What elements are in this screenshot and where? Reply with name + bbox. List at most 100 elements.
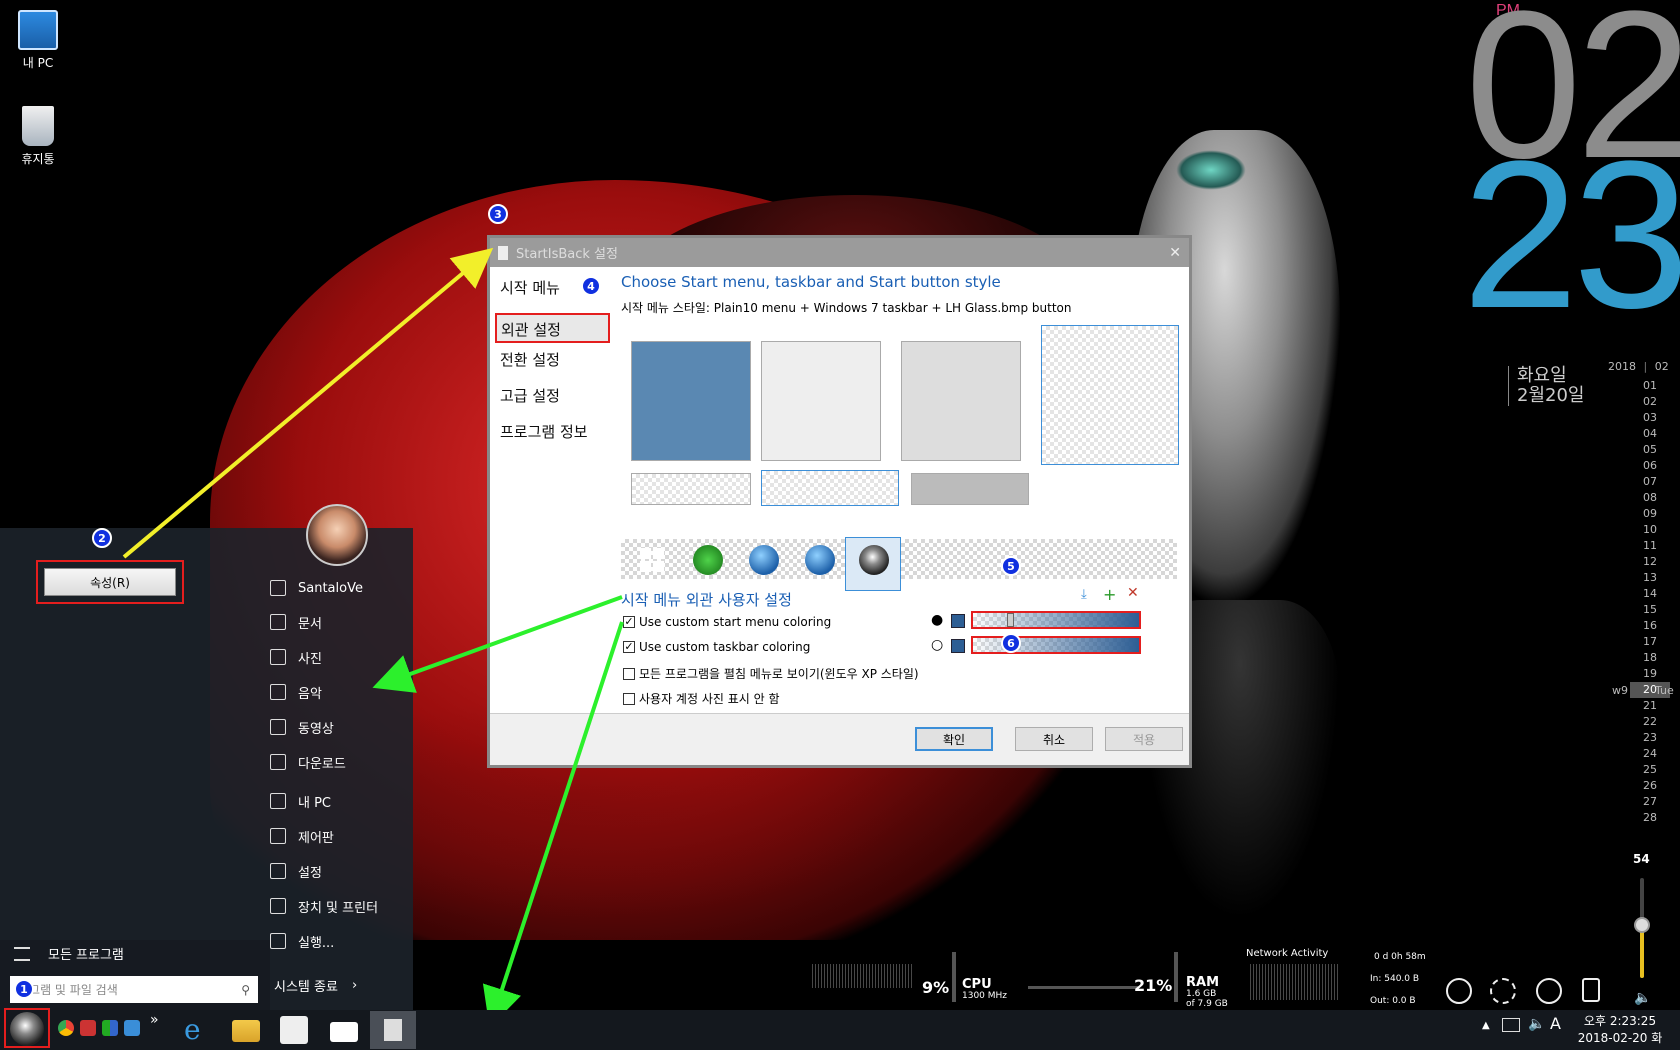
calendar-day[interactable]: 19 [1630,666,1670,682]
calendar-day[interactable]: 15 [1630,602,1670,618]
calendar-day[interactable]: 16 [1630,618,1670,634]
download-icon[interactable]: ⤓ [1081,587,1087,602]
taskbar-style-3[interactable] [911,473,1029,505]
desktop-icon-recycle-bin[interactable]: 휴지통 [0,106,76,167]
menu-style-windows7[interactable] [761,341,881,461]
start-item-music[interactable]: 음악 [270,676,410,708]
calendar-day[interactable]: 26 [1630,778,1670,794]
calendar-day[interactable]: 10 [1630,522,1670,538]
menu-style-selected[interactable] [1041,325,1179,465]
start-item-printer[interactable]: 장치 및 프린터 [270,890,410,922]
calendar-day[interactable]: 18 [1630,650,1670,666]
start-search-input[interactable]: 로그램 및 파일 검색 ⚲ [10,976,258,1003]
windows-orb-icon[interactable] [805,545,835,575]
checkbox-unchecked[interactable] [623,667,635,680]
calendar-day[interactable]: 11 [1630,538,1670,554]
clover-orb-icon[interactable] [693,545,723,575]
calendar-day[interactable]: 04 [1630,426,1670,442]
calendar-day[interactable]: 02 [1630,394,1670,410]
calendar-day[interactable]: 13 [1630,570,1670,586]
store-icon[interactable] [280,1016,308,1044]
taskbar-active-app[interactable] [370,1011,416,1049]
taskbar-style-2[interactable] [761,470,899,506]
option-checkbox-2[interactable]: ✓ Use custom taskbar coloring [623,640,810,654]
speaker-icon[interactable]: 🔈 [1634,990,1651,1006]
start-item-computer[interactable]: 내 PC [270,785,410,817]
internet-explorer-icon[interactable]: e [184,1016,212,1044]
properties-button[interactable]: 속성(R) [44,568,176,596]
all-programs[interactable]: 모든 프로그램 [14,944,124,963]
start-item-user[interactable]: SantaloVe [270,572,410,604]
start-item-run[interactable]: 실행... [270,925,410,957]
app-icon[interactable] [80,1020,96,1036]
dialog-titlebar[interactable]: StartIsBack 설정 ✕ [490,238,1189,267]
nav-advanced[interactable]: 고급 설정 [500,385,560,406]
desktop-icon-this-pc[interactable]: 내 PC [0,10,76,71]
quicklaunch-overflow[interactable]: » [150,1012,159,1028]
app-icon[interactable] [124,1020,140,1036]
calendar-day[interactable]: 24 [1630,746,1670,762]
lh-glass-orb-icon[interactable] [859,545,889,575]
apply-button[interactable]: 적용 [1105,727,1183,751]
calendar-day[interactable]: 06 [1630,458,1670,474]
windows10-logo-icon[interactable] [637,545,667,575]
start-orb-button[interactable] [10,1012,44,1046]
speaker-icon[interactable]: 🔈 [1528,1016,1545,1032]
slider-knob[interactable] [1007,613,1014,627]
calendar-day[interactable]: 08 [1630,490,1670,506]
calendar-day[interactable]: 03 [1630,410,1670,426]
tray-overflow-icon[interactable]: ▲ [1482,1020,1490,1031]
lock-icon[interactable] [1582,978,1600,1002]
start-item-video[interactable]: 동영상 [270,711,410,743]
chrome-icon[interactable] [58,1020,74,1036]
tray-clock[interactable]: 오후 2:23:25 2018-02-20 화 [1570,1012,1670,1046]
ime-indicator[interactable]: A [1550,1014,1561,1033]
windows7-orb-icon[interactable] [749,545,779,575]
cancel-button[interactable]: 취소 [1015,727,1093,751]
menu-style-plain10[interactable] [631,341,751,461]
start-item-pictures[interactable]: 사진 [270,641,410,673]
start-item-documents[interactable]: 문서 [270,606,410,638]
taskbar-opacity-slider[interactable] [971,636,1141,654]
start-item-control-panel[interactable]: 제어판 [270,820,410,852]
option-checkbox-4[interactable]: 사용자 계정 사진 표시 안 함 [623,690,780,707]
calendar-day[interactable]: 07 [1630,474,1670,490]
start-item-download[interactable]: 다운로드 [270,746,410,778]
start-menu-color-swatch[interactable] [951,614,965,628]
checkbox-checked[interactable]: ✓ [623,616,635,628]
calendar-day[interactable]: 01 [1630,378,1670,394]
start-item-gear[interactable]: 설정 [270,855,410,887]
nav-switching[interactable]: 전환 설정 [500,349,560,370]
calendar-day[interactable]: 25 [1630,762,1670,778]
menu-style-windows8[interactable] [901,341,1021,461]
calendar-day[interactable]: 21 [1630,698,1670,714]
hibernate-icon[interactable] [1536,978,1562,1004]
mail-icon[interactable] [330,1022,358,1042]
calendar-day[interactable]: 22 [1630,714,1670,730]
option-checkbox-3[interactable]: 모든 프로그램을 펼침 메뉴로 보이기(윈도우 XP 스타일) [623,665,919,682]
file-explorer-icon[interactable] [232,1020,260,1042]
app-icon[interactable] [102,1020,118,1036]
shutdown-button[interactable]: 시스템 종료 › [274,976,357,995]
calendar-day[interactable]: 23 [1630,730,1670,746]
checkbox-unchecked[interactable] [623,692,635,705]
calendar-day[interactable]: 12 [1630,554,1670,570]
user-avatar[interactable] [306,504,368,566]
calendar-day[interactable]: 17 [1630,634,1670,650]
remove-icon[interactable]: ✕ [1127,585,1139,601]
network-icon[interactable] [1502,1018,1520,1032]
nav-appearance[interactable]: 외관 설정 [495,313,610,343]
taskbar-color-swatch[interactable] [951,639,965,653]
option-checkbox-1[interactable]: ✓ Use custom start menu coloring [623,615,831,629]
restart-icon[interactable] [1490,978,1516,1004]
checkbox-checked[interactable]: ✓ [623,641,635,653]
calendar-day[interactable]: 09 [1630,506,1670,522]
calendar-day[interactable]: 05 [1630,442,1670,458]
nav-about[interactable]: 프로그램 정보 [500,421,588,442]
calendar-day[interactable]: 27 [1630,794,1670,810]
taskbar-style-1[interactable] [631,473,751,505]
close-icon[interactable]: ✕ [1169,245,1181,261]
calendar-day[interactable]: 28 [1630,810,1670,826]
ok-button[interactable]: 확인 [915,727,993,751]
add-icon[interactable]: + [1103,585,1116,604]
